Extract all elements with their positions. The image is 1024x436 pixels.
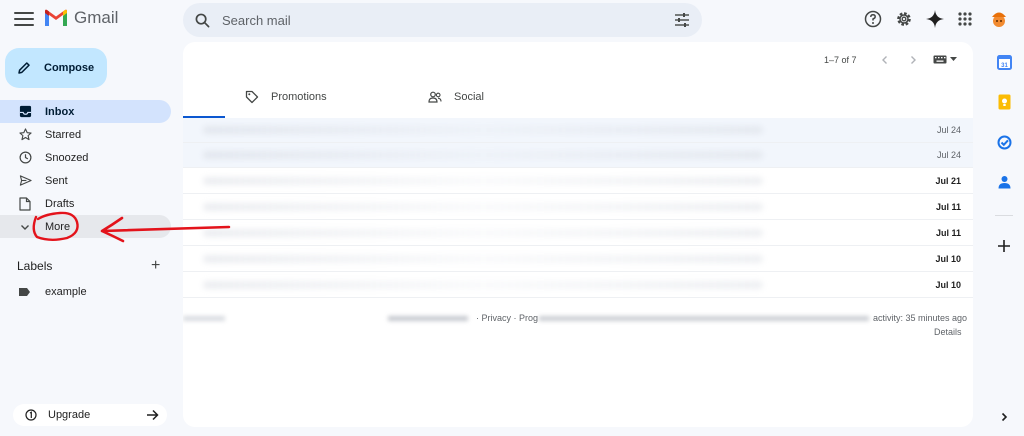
keyboard-icon bbox=[933, 55, 947, 64]
email-date: Jul 11 bbox=[935, 228, 961, 238]
footer-redacted bbox=[539, 316, 869, 321]
tab-social[interactable]: Social bbox=[428, 78, 484, 116]
rail-divider bbox=[995, 215, 1013, 216]
email-row[interactable]: Jul 24 bbox=[183, 118, 973, 143]
email-row[interactable]: Jul 10 bbox=[183, 273, 973, 298]
email-content-redacted bbox=[203, 151, 763, 159]
label-item-example[interactable]: example bbox=[18, 286, 87, 298]
arrow-right-icon bbox=[147, 409, 159, 421]
compose-label: Compose bbox=[44, 62, 95, 74]
expand-side-panel-chevron-icon[interactable] bbox=[996, 409, 1012, 425]
settings-gear-icon[interactable] bbox=[894, 9, 914, 29]
app-name: Gmail bbox=[74, 8, 119, 27]
sidebar-item-snoozed[interactable]: Snoozed bbox=[0, 146, 171, 169]
email-date: Jul 24 bbox=[936, 150, 961, 160]
sidebar-item-label: Drafts bbox=[45, 197, 75, 210]
upgrade-button[interactable]: Upgrade bbox=[13, 404, 167, 426]
sidebar-item-more[interactable]: More bbox=[0, 215, 171, 238]
sidebar-item-label: Sent bbox=[45, 174, 68, 187]
details-link[interactable]: Details bbox=[934, 327, 962, 337]
gemini-sparkle-icon[interactable] bbox=[925, 9, 945, 29]
clock-icon bbox=[18, 151, 32, 165]
send-icon bbox=[18, 174, 32, 188]
search-input[interactable] bbox=[220, 11, 674, 29]
last-activity-text: activity: 35 minutes ago bbox=[873, 313, 968, 323]
chevron-down-icon bbox=[18, 220, 32, 234]
sidebar-item-sent[interactable]: Sent bbox=[0, 169, 171, 192]
email-row[interactable]: Jul 21 bbox=[183, 169, 973, 194]
help-icon[interactable] bbox=[863, 9, 883, 29]
input-tools-toggle[interactable] bbox=[933, 55, 957, 64]
footer-redacted bbox=[388, 316, 468, 321]
gmail-logo[interactable]: Gmail bbox=[44, 8, 118, 28]
star-icon bbox=[18, 128, 32, 142]
upgrade-label: Upgrade bbox=[48, 409, 91, 421]
email-row[interactable]: Jul 10 bbox=[183, 247, 973, 272]
draft-icon bbox=[18, 196, 32, 211]
email-date: Jul 10 bbox=[935, 254, 961, 264]
contacts-icon[interactable] bbox=[996, 174, 1012, 190]
svg-text:31: 31 bbox=[1001, 63, 1008, 69]
email-row[interactable]: Jul 11 bbox=[183, 195, 973, 220]
sidebar-item-label: Inbox bbox=[45, 105, 75, 118]
chevron-left-icon[interactable] bbox=[880, 55, 890, 65]
email-content-redacted bbox=[203, 203, 763, 211]
add-label-button[interactable]: + bbox=[151, 257, 160, 275]
upgrade-info-icon bbox=[25, 409, 37, 421]
email-date: Jul 11 bbox=[935, 202, 961, 212]
pagination-count: 1–7 of 7 bbox=[824, 55, 857, 65]
labels-heading: Labels bbox=[17, 259, 53, 273]
chevron-right-icon[interactable] bbox=[908, 55, 918, 65]
tab-label: Promotions bbox=[271, 91, 327, 103]
people-icon bbox=[428, 90, 442, 104]
label-tag-icon bbox=[19, 288, 30, 296]
tag-icon bbox=[245, 90, 259, 104]
sidebar-item-label: Starred bbox=[45, 128, 82, 141]
email-content-redacted bbox=[203, 255, 763, 263]
search-options-icon[interactable] bbox=[674, 13, 690, 27]
add-addon-plus-icon[interactable] bbox=[996, 238, 1012, 254]
compose-button[interactable]: Compose bbox=[5, 48, 107, 88]
keep-icon[interactable] bbox=[996, 94, 1012, 110]
email-row[interactable]: Jul 24 bbox=[183, 143, 973, 168]
tab-label: Social bbox=[454, 91, 484, 103]
footer-redacted bbox=[183, 316, 225, 321]
sidebar-item-starred[interactable]: Starred bbox=[0, 123, 171, 146]
sidebar-item-label: More bbox=[45, 220, 71, 233]
mail-list-panel: 1–7 of 7 Promotions Social Jul 24 Jul 24… bbox=[183, 42, 973, 427]
account-avatar[interactable] bbox=[989, 9, 1009, 29]
sidebar-item-drafts[interactable]: Drafts bbox=[0, 192, 171, 215]
sidebar-item-inbox[interactable]: Inbox bbox=[0, 100, 171, 123]
gmail-m-icon bbox=[45, 9, 67, 26]
main-menu-button[interactable] bbox=[14, 10, 34, 28]
footer-links[interactable]: · Privacy · Prog bbox=[476, 313, 538, 323]
email-date: Jul 21 bbox=[935, 176, 961, 186]
search-icon[interactable] bbox=[195, 13, 210, 28]
email-date: Jul 10 bbox=[935, 280, 961, 290]
label-name: example bbox=[45, 286, 87, 298]
email-content-redacted bbox=[203, 281, 763, 289]
caret-down-icon bbox=[950, 57, 957, 61]
email-content-redacted bbox=[203, 229, 763, 237]
email-row[interactable]: Jul 11 bbox=[183, 221, 973, 246]
search-bar[interactable] bbox=[183, 3, 702, 37]
apps-grid-icon[interactable] bbox=[955, 9, 975, 29]
email-date: Jul 24 bbox=[936, 125, 961, 135]
email-content-redacted bbox=[203, 126, 763, 134]
sidebar-item-label: Snoozed bbox=[45, 151, 89, 164]
email-content-redacted bbox=[203, 177, 763, 185]
calendar-icon[interactable]: 31 bbox=[996, 54, 1012, 70]
tab-promotions[interactable]: Promotions bbox=[245, 78, 327, 116]
tasks-icon[interactable] bbox=[996, 134, 1012, 150]
inbox-icon bbox=[18, 105, 32, 119]
pencil-icon bbox=[18, 62, 30, 74]
